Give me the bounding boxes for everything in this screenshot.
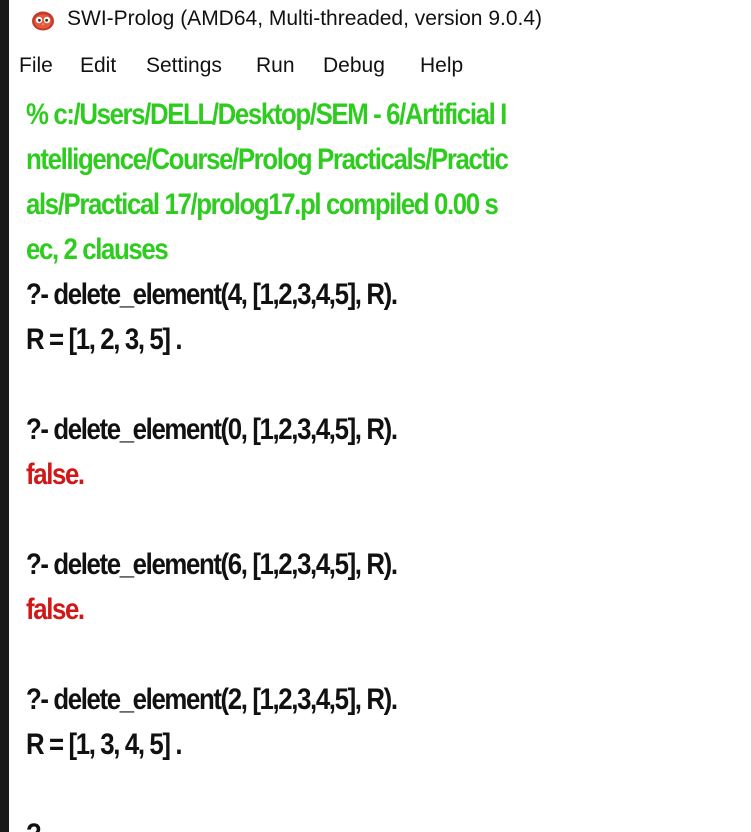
- query-4: ?- delete_element(2, [1,2,3,4,5], R).: [26, 683, 398, 716]
- menu-file[interactable]: File: [19, 54, 53, 78]
- compile-message-line-1: % c:/Users/DELL/Desktop/SEM - 6/Artifici…: [26, 98, 507, 131]
- window-title: SWI-Prolog (AMD64, Multi-threaded, versi…: [67, 7, 543, 30]
- compile-message-line-3: als/Practical 17/prolog17.pl compiled 0.…: [26, 188, 499, 221]
- swi-prolog-owl-icon: [32, 11, 54, 31]
- answer-2-false: false.: [26, 458, 85, 491]
- input-prompt[interactable]: ?-: [26, 812, 645, 832]
- menu-bar: File Edit Settings Run Debug Help: [9, 48, 751, 88]
- swi-prolog-window: SWI-Prolog (AMD64, Multi-threaded, versi…: [0, 0, 751, 832]
- query-2: ?- delete_element(0, [1,2,3,4,5], R).: [26, 413, 398, 446]
- window-left-border: [0, 0, 9, 832]
- console-output[interactable]: % c:/Users/DELL/Desktop/SEM - 6/Artifici…: [26, 92, 645, 832]
- answer-1: R = [1, 2, 3, 5] .: [26, 323, 183, 356]
- menu-debug[interactable]: Debug: [323, 54, 385, 78]
- menu-help[interactable]: Help: [420, 54, 463, 78]
- query-1: ?- delete_element(4, [1,2,3,4,5], R).: [26, 278, 398, 311]
- compile-message-line-4: ec, 2 clauses: [26, 233, 169, 266]
- title-bar[interactable]: SWI-Prolog (AMD64, Multi-threaded, versi…: [9, 0, 751, 44]
- menu-edit[interactable]: Edit: [80, 54, 116, 78]
- menu-run[interactable]: Run: [256, 54, 295, 78]
- answer-3-false: false.: [26, 593, 85, 626]
- query-3: ?- delete_element(6, [1,2,3,4,5], R).: [26, 548, 398, 581]
- answer-4: R = [1, 3, 4, 5] .: [26, 728, 183, 761]
- menu-settings[interactable]: Settings: [146, 54, 222, 78]
- compile-message-line-2: ntelligence/Course/Prolog Practicals/Pra…: [26, 143, 509, 176]
